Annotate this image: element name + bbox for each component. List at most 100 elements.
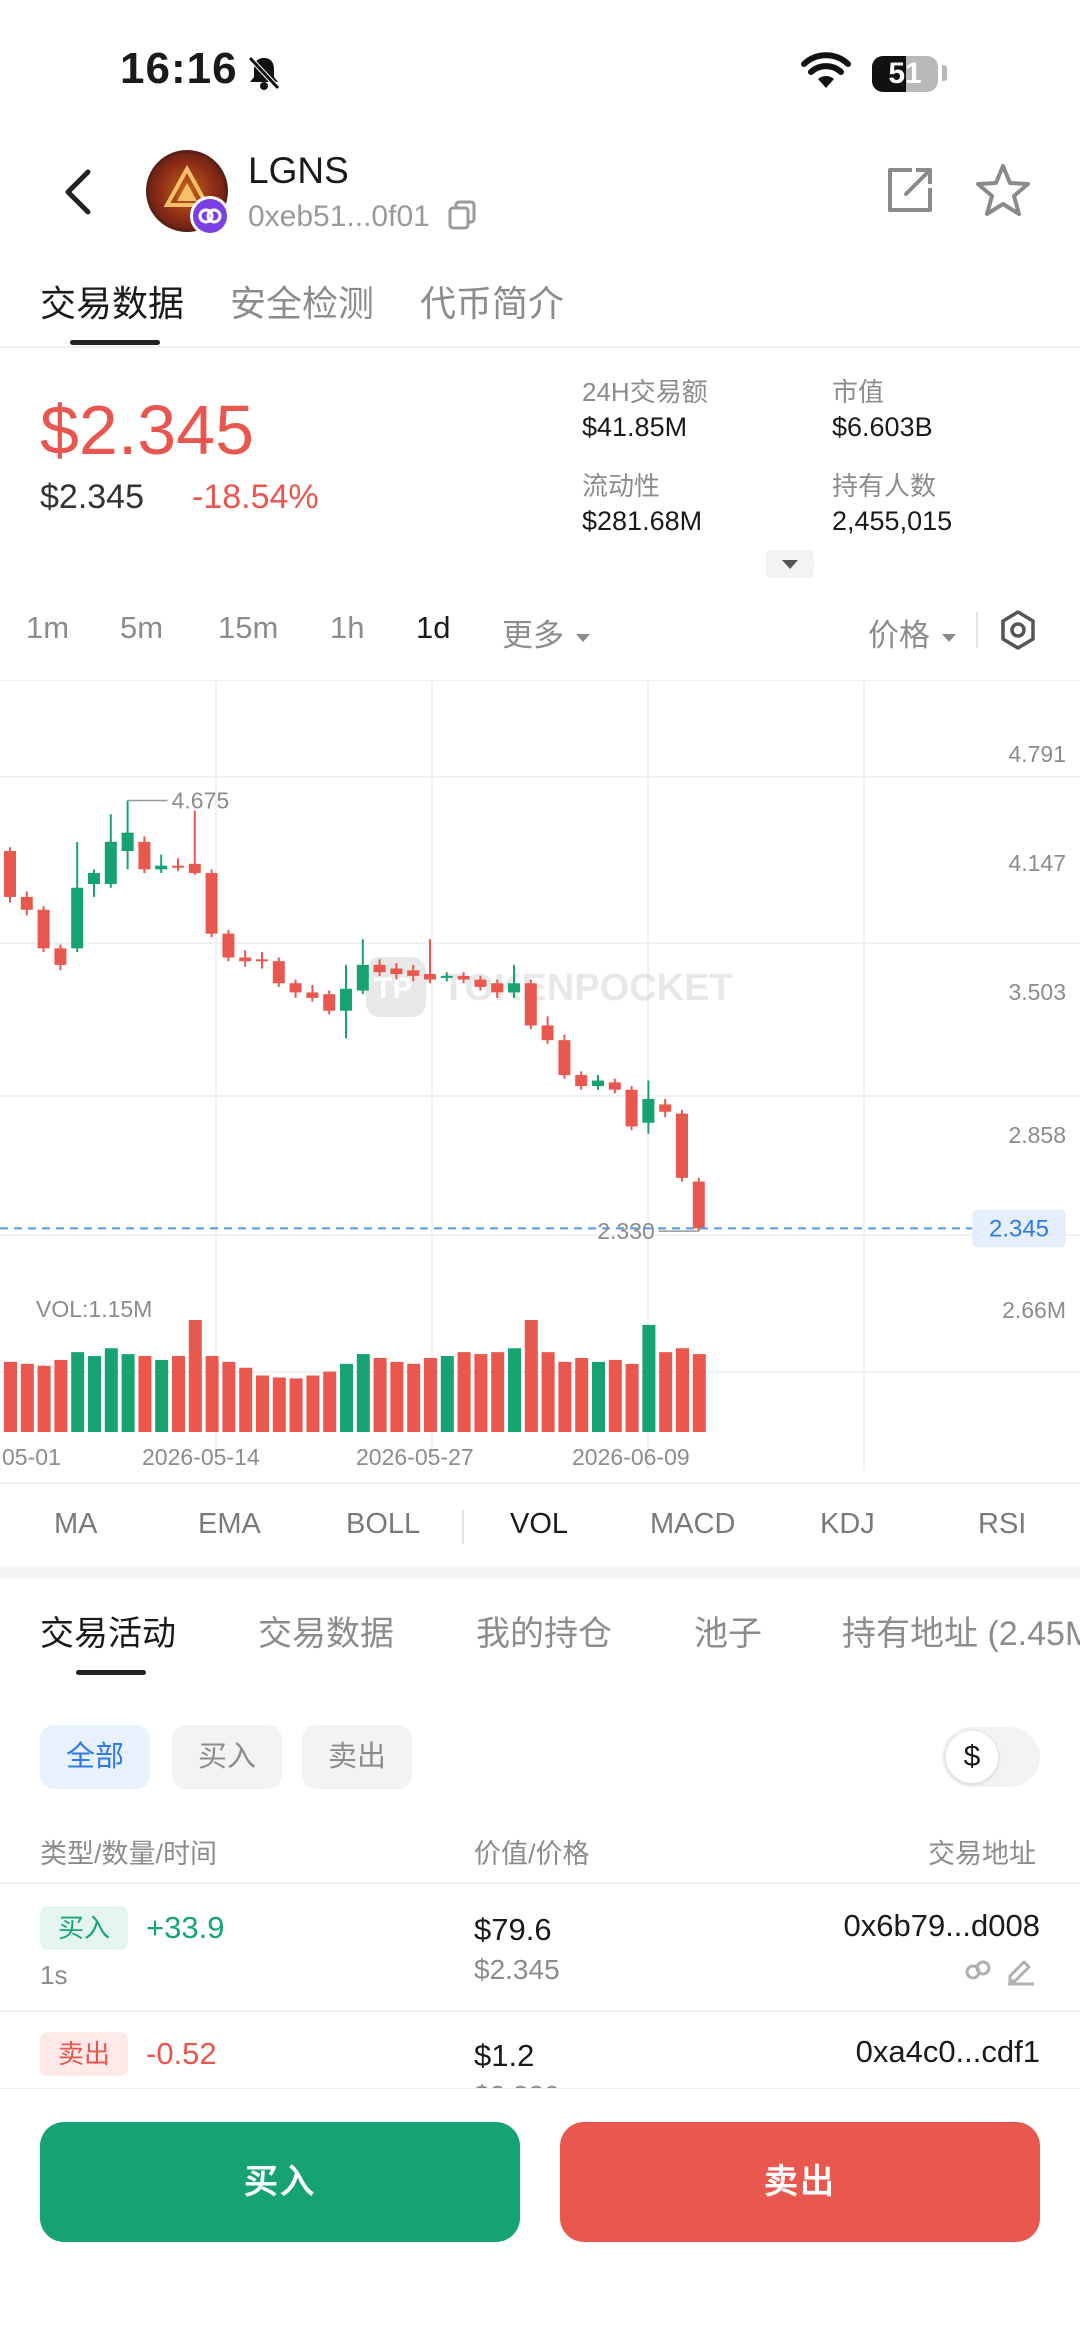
volume-bar: [155, 1359, 169, 1432]
volume-bar: [407, 1363, 421, 1432]
volume-bar: [205, 1356, 219, 1432]
sell-button[interactable]: 卖出: [560, 2122, 1040, 2242]
candle-body: [474, 979, 487, 987]
volume-bar: [541, 1352, 555, 1432]
candle-body: [659, 1104, 672, 1112]
x-axis-labels: 05-01 2026-05-14 2026-05-27 2026-06-09: [2, 1444, 690, 1470]
table-row[interactable]: 卖出 -0.52 $1.2 $2.330 0xa4c0...cdf1: [0, 2012, 1080, 2088]
volume-bar: [54, 1359, 68, 1432]
candle-body: [88, 873, 100, 885]
tab-trade-data[interactable]: 交易数据: [40, 275, 184, 327]
stat-value-market-cap: $6.603B: [832, 412, 933, 442]
volume-bar: [121, 1354, 135, 1432]
section-divider: [0, 1567, 1080, 1579]
volume-bar: [356, 1354, 370, 1432]
link-icon[interactable]: [962, 1956, 994, 1984]
last-price-value: 2.345: [989, 1215, 1049, 1242]
settings-gear-icon[interactable]: [996, 608, 1040, 652]
volume-bars: [4, 1320, 706, 1432]
tab-pools[interactable]: 池子: [694, 1606, 762, 1655]
filter-sell[interactable]: 卖出: [302, 1725, 412, 1789]
volume-bar: [256, 1375, 269, 1432]
indicator-boll[interactable]: BOLL: [346, 1508, 420, 1541]
trade-address[interactable]: 0xa4c0...cdf1: [740, 2034, 1040, 2070]
candle-body: [692, 1181, 705, 1229]
tab-trade-data-2[interactable]: 交易数据: [258, 1606, 394, 1655]
volume-bar: [172, 1356, 185, 1432]
candle-body: [256, 959, 268, 962]
stat-value-holders: 2,455,015: [832, 506, 953, 536]
price-type-select[interactable]: 价格: [868, 610, 959, 655]
interval-more[interactable]: 更多: [502, 610, 593, 655]
indicator-ma[interactable]: MA: [54, 1508, 98, 1541]
tab-trade-activity[interactable]: 交易活动: [40, 1606, 176, 1655]
trade-price: $2.330: [474, 2080, 560, 2088]
price-chart[interactable]: TP TOKENPOCKET 4.791 4.147 3.503 2.858 2.66M…: [0, 680, 1080, 1485]
candle-body: [373, 964, 386, 973]
token-address: 0xeb51...0f01: [248, 200, 430, 233]
y-axis-label: 2.858: [1008, 1122, 1066, 1148]
indicator-rsi[interactable]: RSI: [978, 1508, 1026, 1541]
x-axis-label: 2026-06-09: [572, 1444, 690, 1470]
candle-body: [608, 1082, 621, 1090]
candle-body: [508, 983, 520, 993]
indicator-ema[interactable]: EMA: [198, 1508, 261, 1541]
volume-bar: [71, 1352, 85, 1432]
candle-body: [541, 1025, 554, 1041]
indicator-macd[interactable]: MACD: [650, 1508, 735, 1541]
buy-button[interactable]: 买入: [40, 2122, 520, 2242]
candle-body: [222, 933, 235, 958]
interval-5m[interactable]: 5m: [120, 610, 163, 646]
star-icon[interactable]: [974, 162, 1032, 218]
trade-value: $1.2: [474, 2038, 535, 2073]
expand-stats-button[interactable]: [766, 550, 814, 578]
candle-body: [54, 948, 67, 965]
candle-body: [272, 961, 285, 984]
x-axis-label: 2026-05-27: [356, 1444, 474, 1470]
interval-1m[interactable]: 1m: [26, 610, 69, 646]
chart-watermark: TP TOKENPOCKET: [366, 957, 733, 1017]
stat-label-liquidity: 流动性: [582, 471, 661, 501]
candle-body: [4, 851, 16, 897]
candle-body: [155, 865, 168, 870]
trade-value: $79.6: [474, 1912, 552, 1947]
filter-all[interactable]: 全部: [40, 1725, 150, 1789]
volume-bar: [20, 1363, 34, 1432]
tab-security-check[interactable]: 安全检测: [230, 275, 374, 327]
high-label: 4.675: [172, 788, 230, 814]
trade-address[interactable]: 0x6b79...d008: [740, 1908, 1040, 1944]
candle-body: [172, 865, 184, 868]
candle-body: [575, 1075, 588, 1087]
tab-token-intro[interactable]: 代币简介: [420, 275, 564, 327]
copy-icon[interactable]: [446, 198, 480, 232]
volume-bar: [88, 1356, 101, 1432]
currency-toggle-knob: $: [946, 1731, 998, 1783]
candle-body: [323, 994, 336, 1011]
x-axis-label: 2026-05-14: [142, 1444, 260, 1470]
filter-buy[interactable]: 买入: [172, 1725, 282, 1789]
candle-body: [424, 974, 436, 980]
volume-bar: [272, 1377, 286, 1432]
indicator-kdj[interactable]: KDJ: [820, 1508, 875, 1541]
caret-down-icon: [575, 633, 590, 642]
back-arrow-icon[interactable]: [58, 166, 98, 218]
volume-bar: [676, 1348, 689, 1432]
x-axis-label: 05-01: [2, 1444, 61, 1470]
indicator-vol[interactable]: VOL: [510, 1508, 568, 1541]
candle-body: [71, 887, 84, 949]
interval-15m[interactable]: 15m: [218, 610, 278, 646]
volume-bar: [104, 1348, 118, 1432]
y-axis-label: 3.503: [1008, 979, 1066, 1005]
edit-icon[interactable]: [1004, 1954, 1036, 1986]
tab-holder-addresses[interactable]: 持有地址 (2.45M: [842, 1606, 1080, 1655]
tab-my-holdings[interactable]: 我的持仓: [476, 1606, 612, 1655]
share-icon[interactable]: [882, 162, 938, 218]
price-type-label: 价格: [868, 618, 930, 653]
interval-1d[interactable]: 1d: [416, 610, 450, 646]
interval-1h[interactable]: 1h: [330, 610, 364, 646]
volume-bar: [138, 1356, 152, 1432]
battery-cap: [942, 65, 947, 81]
stat-value-liquidity: $281.68M: [582, 506, 703, 536]
volume-bar: [37, 1365, 51, 1432]
candle-body: [239, 957, 252, 962]
